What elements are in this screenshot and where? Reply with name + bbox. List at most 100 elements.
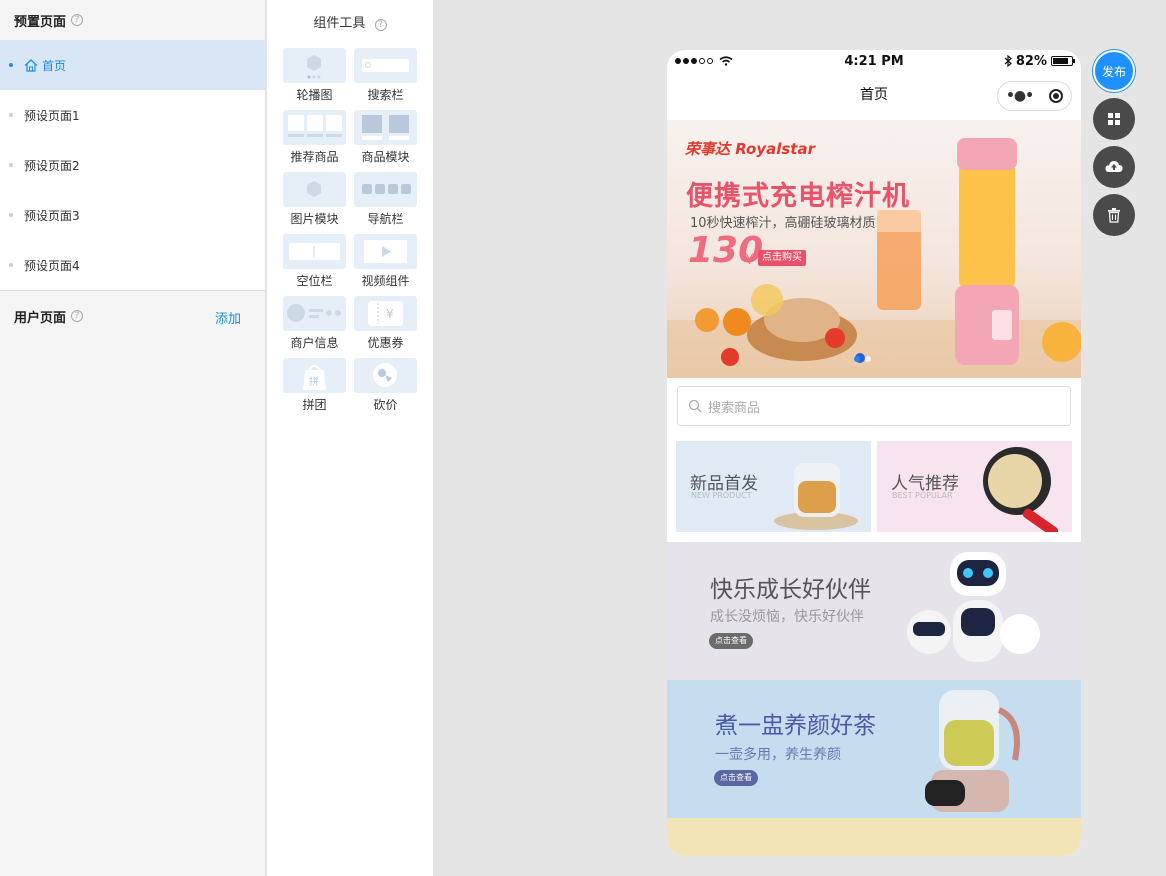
help-icon[interactable]: ? bbox=[71, 14, 84, 26]
status-bar: 4:21 PM 82% bbox=[667, 50, 1081, 72]
search-icon bbox=[688, 399, 702, 413]
nav-bar-icon bbox=[354, 172, 417, 207]
carousel-dot[interactable] bbox=[865, 356, 871, 362]
tool-label: 图片模块 bbox=[290, 212, 339, 226]
tool-coupon[interactable]: ¥ 优惠券 bbox=[354, 296, 417, 350]
trash-icon bbox=[1108, 207, 1120, 223]
tool-search-bar[interactable]: 搜索栏 bbox=[354, 48, 417, 102]
promo-subtitle: BEST POPULAR bbox=[892, 491, 953, 500]
tool-recommend-goods[interactable]: 推荐商品 bbox=[283, 110, 346, 164]
page-item-preset-1[interactable]: 预设页面1 bbox=[0, 90, 265, 140]
brand-logo: 荣事达 Royalstar bbox=[685, 140, 815, 158]
tool-label: 砍价 bbox=[373, 398, 398, 412]
upload-button[interactable] bbox=[1093, 146, 1135, 188]
page-item-home[interactable]: 首页 bbox=[0, 40, 265, 90]
banner-subline: 10秒快速榨汁，高硼硅玻璃材质 bbox=[690, 216, 876, 231]
more-icon[interactable]: •●• bbox=[1006, 88, 1034, 104]
svg-text:¥: ¥ bbox=[386, 307, 394, 321]
cloud-upload-icon bbox=[1105, 161, 1123, 172]
mini-program-nav-bar: 首页 •●• bbox=[667, 72, 1081, 120]
capsule-menu[interactable]: •●• bbox=[997, 81, 1072, 111]
tea-banner-subtitle: 一壶多用，养生养颜 bbox=[715, 747, 841, 763]
robot-banner[interactable]: 快乐成长好伙伴 成长没烦恼，快乐好伙伴 点击查看 bbox=[667, 542, 1081, 680]
battery-icon bbox=[1051, 56, 1075, 66]
component-tools-panel: 组件工具 ? 轮播图 搜索栏 推荐商品 商品模块 图片模块 导航栏 空位栏 视频… bbox=[267, 0, 433, 876]
tools-header: 组件工具 ? bbox=[267, 0, 433, 48]
tool-label: 商户信息 bbox=[290, 336, 339, 350]
tea-banner-title: 煮一盅养颜好茶 bbox=[715, 713, 876, 739]
banner-headline: 便携式充电榨汁机 bbox=[686, 181, 910, 212]
tool-group-buy[interactable]: 拼 拼团 bbox=[283, 358, 346, 412]
image-module-icon bbox=[283, 172, 346, 207]
tool-spacer[interactable]: 空位栏 bbox=[283, 234, 346, 288]
carousel-indicators bbox=[854, 356, 871, 362]
carousel-banner[interactable]: 荣事达 Royalstar 便携式充电榨汁机 10秒快速榨汁，高硼硅玻璃材质 1… bbox=[667, 120, 1081, 378]
tool-label: 优惠券 bbox=[367, 336, 404, 350]
robot-view-button[interactable]: 点击查看 bbox=[709, 633, 753, 649]
search-section: 搜索商品 bbox=[667, 378, 1081, 434]
page-item-preset-2[interactable]: 预设页面2 bbox=[0, 140, 265, 190]
tool-image-module[interactable]: 图片模块 bbox=[283, 172, 346, 226]
preset-page-list: 首页 预设页面1 预设页面2 预设页面3 预设页面4 bbox=[0, 40, 265, 290]
tool-label: 搜索栏 bbox=[367, 88, 404, 102]
promo-best-popular[interactable]: 人气推荐 BEST POPULAR bbox=[877, 441, 1072, 532]
page-item-label: 首页 bbox=[42, 58, 67, 73]
carousel-dot[interactable] bbox=[854, 356, 860, 362]
coupon-icon: ¥ bbox=[354, 296, 417, 331]
status-time: 4:21 PM bbox=[844, 53, 904, 69]
home-icon bbox=[24, 58, 38, 72]
tool-bargain[interactable]: 砍价 bbox=[354, 358, 417, 412]
bullet-icon bbox=[9, 63, 13, 67]
preset-pages-header: 预置页面 ? bbox=[0, 0, 265, 40]
page-item-preset-3[interactable]: 预设页面3 bbox=[0, 190, 265, 240]
search-input[interactable]: 搜索商品 bbox=[677, 386, 1071, 426]
delete-button[interactable] bbox=[1093, 194, 1135, 236]
tools-title: 组件工具 bbox=[313, 16, 366, 31]
tool-label: 推荐商品 bbox=[290, 150, 339, 164]
page-item-preset-4[interactable]: 预设页面4 bbox=[0, 240, 265, 290]
user-pages-section: 用户页面 ? 添加 bbox=[0, 290, 265, 340]
tool-goods-module[interactable]: 商品模块 bbox=[354, 110, 417, 164]
tea-view-button[interactable]: 点击查看 bbox=[714, 770, 758, 786]
preset-pages-title: 预置页面 bbox=[14, 14, 67, 30]
robot-banner-title: 快乐成长好伙伴 bbox=[710, 577, 871, 603]
page-item-label: 预设页面2 bbox=[24, 158, 80, 173]
add-page-link[interactable]: 添加 bbox=[215, 308, 241, 327]
group-buy-icon: 拼 bbox=[283, 358, 346, 393]
video-icon bbox=[354, 234, 417, 269]
help-icon[interactable]: ? bbox=[71, 310, 84, 322]
promo-subtitle: NEW PRODUCT bbox=[691, 491, 752, 500]
page-item-label: 预设页面1 bbox=[24, 108, 80, 123]
promo-new-product[interactable]: 新品首发 NEW PRODUCT bbox=[676, 441, 871, 532]
tool-carousel[interactable]: 轮播图 bbox=[283, 48, 346, 102]
close-mini-program-icon[interactable] bbox=[1049, 89, 1064, 103]
publish-button[interactable]: 发布 bbox=[1093, 50, 1135, 92]
pages-panel: 预置页面 ? 首页 预设页面1 预设页面2 预设页面3 预设页面4 用户页面 ? bbox=[0, 0, 266, 876]
layout-button[interactable] bbox=[1093, 98, 1135, 140]
merchant-info-icon bbox=[283, 296, 346, 331]
tool-video[interactable]: 视频组件 bbox=[354, 234, 417, 288]
spacer-icon bbox=[283, 234, 346, 269]
tool-merchant-info[interactable]: 商户信息 bbox=[283, 296, 346, 350]
help-icon[interactable]: ? bbox=[374, 19, 387, 31]
bullet-icon bbox=[9, 263, 13, 267]
phone-preview: 4:21 PM 82% 首页 •●• 荣事达 Royalstar 便携式充电榨汁… bbox=[667, 50, 1081, 856]
robot-banner-subtitle: 成长没烦恼，快乐好伙伴 bbox=[710, 609, 864, 625]
user-pages-title: 用户页面 bbox=[14, 310, 67, 326]
carousel-icon bbox=[283, 48, 346, 83]
tool-label: 拼团 bbox=[302, 398, 327, 412]
next-banner[interactable] bbox=[667, 818, 1081, 856]
tool-label: 商品模块 bbox=[361, 150, 410, 164]
banner-currency: ¥ bbox=[745, 252, 754, 268]
banner-buy-button[interactable]: 点击购买 bbox=[758, 250, 806, 266]
tea-banner[interactable]: 煮一盅养颜好茶 一壶多用，养生养颜 点击查看 bbox=[667, 680, 1081, 818]
tool-label: 空位栏 bbox=[296, 274, 333, 288]
bullet-icon bbox=[9, 163, 13, 167]
bargain-icon bbox=[354, 358, 417, 393]
grid-icon bbox=[1108, 113, 1120, 125]
tool-nav-bar[interactable]: 导航栏 bbox=[354, 172, 417, 226]
recommend-goods-icon bbox=[283, 110, 346, 145]
page-item-label: 预设页面4 bbox=[24, 258, 80, 273]
promo-row: 新品首发 NEW PRODUCT 人气推荐 BEST POPULAR bbox=[667, 434, 1081, 542]
bullet-icon bbox=[9, 113, 13, 117]
